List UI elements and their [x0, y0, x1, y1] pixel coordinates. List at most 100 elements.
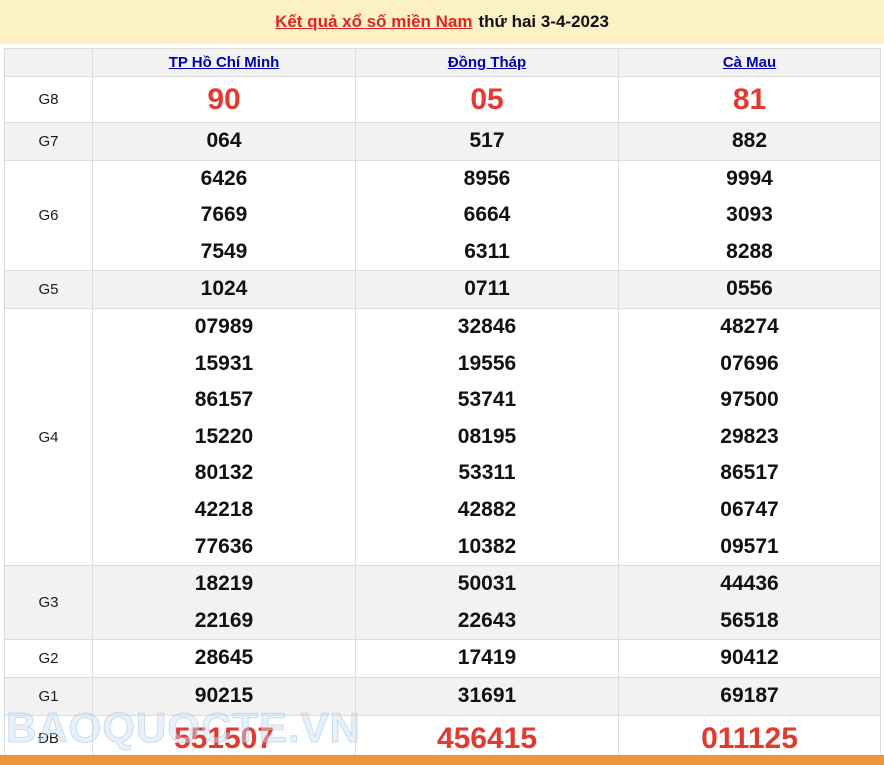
result-cell: 05	[355, 76, 619, 123]
result-number: 81	[732, 83, 767, 116]
result-cell: 90412	[618, 639, 881, 678]
result-number: 90	[207, 83, 241, 116]
prize-label: G7	[4, 122, 93, 161]
result-number: 32846	[457, 314, 517, 338]
result-cell: 1024	[92, 270, 356, 309]
result-cell: 50031 22643	[355, 565, 619, 641]
result-cell: 90	[92, 76, 356, 123]
result-number: 17419	[457, 646, 517, 670]
result-number: 551507	[173, 721, 275, 755]
prize-label: G8	[4, 76, 93, 123]
province-link-tp-ho-chi-minh[interactable]: TP Hồ Chí Minh	[169, 54, 280, 71]
result-number: 07696	[720, 351, 779, 375]
prize-label: G3	[4, 565, 93, 641]
result-number: 0556	[726, 277, 773, 301]
result-number: 42218	[194, 497, 254, 521]
province-link-ca-mau[interactable]: Cà Mau	[723, 54, 776, 71]
result-number: 07989	[194, 314, 254, 338]
prize-row-g4: G4 07989 15931 86157 15220 80132 42218 77636 328…	[4, 307, 881, 567]
result-number: 80132	[194, 461, 254, 485]
prize-row-g5: G5 1024 0711 0556	[4, 270, 881, 309]
result-number: 8956	[463, 166, 511, 190]
result-number: 86157	[194, 388, 254, 412]
results-table-head: TP Hồ Chí Minh Đồng Tháp Cà Mau	[4, 48, 881, 77]
prize-row-g2: G2 28645 17419 90412	[4, 639, 881, 678]
prize-row-g8: G8 90 05 81	[4, 76, 881, 123]
result-cell: 9994 3093 8288	[618, 159, 881, 272]
result-number: 011125	[701, 721, 798, 755]
prize-label: G1	[4, 676, 93, 716]
result-cell: 07989 15931 86157 15220 80132 42218 77636	[92, 307, 356, 567]
result-number: 86517	[720, 461, 779, 485]
result-number: 31691	[457, 683, 517, 707]
result-number: 7669	[200, 203, 248, 227]
results-container: TP Hồ Chí Minh Đồng Tháp Cà Mau G8 90 05 81 G7…	[4, 48, 881, 762]
result-number: 42882	[457, 497, 517, 521]
result-cell: 517	[355, 122, 619, 161]
result-cell: 31691	[355, 676, 619, 716]
results-table-body: G8 90 05 81 G7 064 517 882 G6 6426 7669 7549 8956 666…	[4, 76, 881, 762]
result-number: 97500	[720, 388, 779, 412]
result-number: 8288	[726, 239, 773, 263]
result-number: 6664	[463, 203, 511, 227]
result-number: 28645	[194, 646, 254, 670]
prize-row-g6: G6 6426 7669 7549 8956 6664 6311 9994 3093 8288	[4, 159, 881, 272]
result-cell: 90215	[92, 676, 356, 716]
result-number: 22643	[457, 608, 517, 632]
title-date: thứ hai 3-4-2023	[478, 12, 609, 31]
header-row: TP Hồ Chí Minh Đồng Tháp Cà Mau	[4, 48, 881, 77]
result-number: 08195	[457, 424, 517, 448]
result-number: 064	[206, 129, 242, 152]
result-number: 18219	[194, 572, 254, 596]
result-number: 19556	[457, 351, 517, 375]
result-number: 48274	[720, 314, 779, 338]
bottom-accent-bar	[0, 755, 884, 765]
result-number: 9994	[726, 166, 773, 190]
prize-label: G2	[4, 639, 93, 678]
prize-label: G5	[4, 270, 93, 309]
prize-row-g7: G7 064 517 882	[4, 122, 881, 161]
result-number: 22169	[194, 608, 254, 632]
title-link[interactable]: Kết quả xổ số miền Nam	[275, 12, 472, 32]
prize-label: G6	[4, 159, 93, 272]
result-number: 882	[731, 129, 768, 152]
result-cell: 8956 6664 6311	[355, 159, 619, 272]
result-cell: 28645	[92, 639, 356, 678]
prize-label: G4	[4, 307, 93, 567]
result-number: 90215	[194, 683, 254, 707]
page-header: Kết quả xổ số miền Nam thứ hai 3-4-2023	[0, 0, 884, 44]
result-number: 09571	[720, 534, 779, 558]
result-cell: 48274 07696 97500 29823 86517 06747 09571	[618, 307, 881, 567]
column-header-cell: TP Hồ Chí Minh	[92, 48, 356, 77]
result-number: 56518	[720, 608, 779, 632]
result-number: 517	[469, 129, 505, 152]
result-number: 29823	[720, 424, 779, 448]
result-cell: 17419	[355, 639, 619, 678]
result-number: 06747	[720, 497, 779, 521]
result-number: 15220	[194, 424, 254, 448]
result-cell: 81	[618, 76, 881, 123]
result-cell: 6426 7669 7549	[92, 159, 356, 272]
prize-row-g3: G3 18219 22169 50031 22643 44436 56518	[4, 565, 881, 641]
result-number: 7549	[200, 239, 248, 263]
result-number: 05	[470, 83, 504, 116]
result-number: 44436	[720, 572, 779, 596]
result-cell: 0711	[355, 270, 619, 309]
result-cell: 0556	[618, 270, 881, 309]
result-cell: 44436 56518	[618, 565, 881, 641]
result-cell: 064	[92, 122, 356, 161]
result-cell: 18219 22169	[92, 565, 356, 641]
province-link-đong-thap[interactable]: Đồng Tháp	[448, 54, 526, 71]
result-number: 77636	[194, 534, 254, 558]
result-number: 6426	[200, 166, 248, 190]
result-number: 15931	[194, 351, 254, 375]
header-empty-cell	[4, 48, 93, 77]
result-number: 10382	[457, 534, 517, 558]
result-number: 6311	[464, 239, 510, 263]
result-number: 90412	[720, 646, 779, 670]
result-number: 50031	[457, 572, 517, 596]
result-number: 69187	[720, 683, 779, 707]
result-cell: 882	[618, 122, 881, 161]
column-header-cell: Đồng Tháp	[355, 48, 619, 77]
result-number: 456415	[436, 721, 538, 755]
